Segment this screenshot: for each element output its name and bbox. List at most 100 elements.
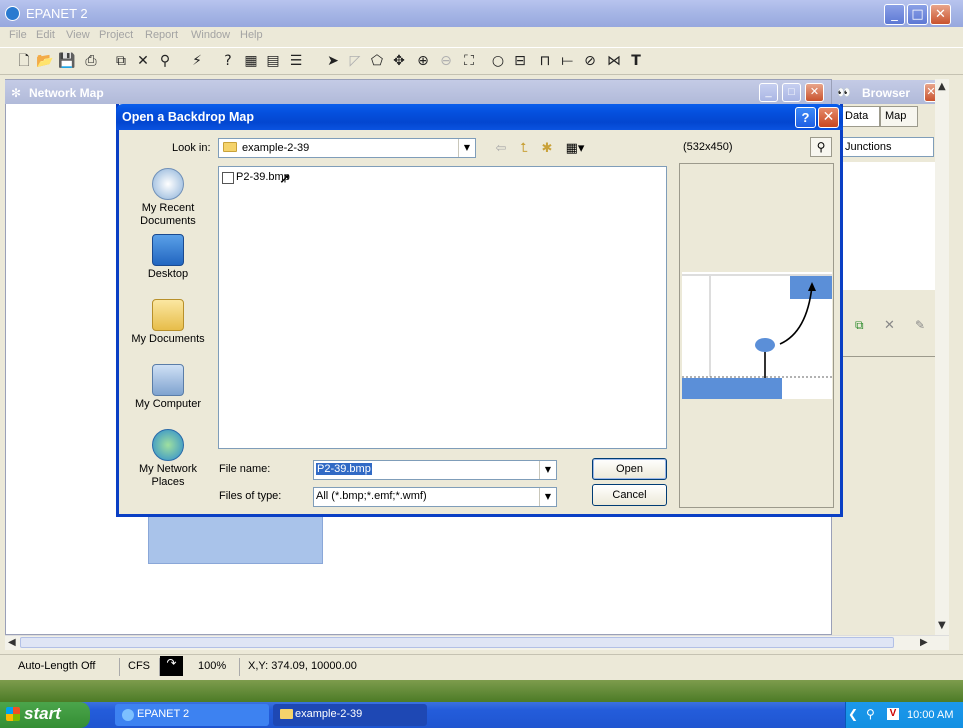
place-desktop[interactable]: Desktop bbox=[127, 234, 209, 281]
scroll-up-icon[interactable]: ▲ bbox=[938, 81, 946, 92]
menu-view[interactable]: View bbox=[66, 29, 90, 41]
open-folder-icon[interactable]: 📂 bbox=[35, 51, 55, 71]
view-menu-icon[interactable]: ▦▾ bbox=[562, 140, 588, 158]
place-my-computer[interactable]: My Computer bbox=[127, 364, 209, 411]
status-auto-length[interactable]: Auto-Length Off bbox=[10, 658, 120, 676]
network-map-title: Network Map bbox=[29, 86, 104, 100]
desktop-background bbox=[0, 680, 963, 702]
browser-object-list[interactable] bbox=[842, 162, 935, 290]
files-of-type-dropdown-icon[interactable]: ▼ bbox=[539, 488, 556, 506]
menu-report[interactable]: Report bbox=[145, 29, 178, 41]
my-computer-icon bbox=[152, 364, 184, 396]
look-in-label: Look in: bbox=[172, 142, 211, 154]
print-icon[interactable]: ⎙ bbox=[81, 51, 101, 71]
place-my-documents[interactable]: My Documents bbox=[127, 299, 209, 346]
my-network-icon bbox=[152, 429, 184, 461]
new-file-icon[interactable]: 🗋 bbox=[14, 51, 34, 71]
place-my-network[interactable]: My Network Places bbox=[127, 429, 209, 489]
browser-category-value: Junctions bbox=[845, 141, 892, 153]
map-maximize-button[interactable]: □ bbox=[782, 83, 801, 102]
add-junction-icon[interactable]: ○ bbox=[488, 51, 508, 71]
browser-icon: 👀 bbox=[837, 86, 851, 99]
maximize-button[interactable]: □ bbox=[907, 4, 928, 25]
find-icon[interactable]: ⚲ bbox=[155, 51, 175, 71]
epanet-app-icon bbox=[5, 6, 20, 21]
add-label-icon[interactable]: T bbox=[626, 51, 646, 71]
menu-edit[interactable]: Edit bbox=[36, 29, 55, 41]
select-arrow-icon[interactable]: ➤ bbox=[323, 51, 343, 71]
edit-object-icon[interactable]: ✎ bbox=[915, 318, 925, 332]
query-icon[interactable]: ? bbox=[218, 51, 238, 71]
tray-expand-icon[interactable]: ❮ bbox=[848, 707, 858, 721]
scroll-right-icon[interactable]: ▶ bbox=[920, 637, 928, 648]
up-folder-icon[interactable]: ⮤ bbox=[514, 140, 534, 158]
delete-object-icon[interactable]: ✕ bbox=[884, 318, 895, 333]
add-object-icon[interactable]: ⧉ bbox=[855, 318, 864, 333]
look-in-value: example-2-39 bbox=[242, 142, 310, 154]
dialog-close-button[interactable]: ✕ bbox=[818, 107, 839, 128]
vertical-scrollbar[interactable] bbox=[935, 79, 949, 635]
scroll-left-icon[interactable]: ◀ bbox=[8, 637, 16, 648]
clock[interactable]: 10:00 AM bbox=[907, 709, 953, 721]
folder-icon bbox=[223, 142, 237, 152]
select-vertex-icon[interactable]: ◸ bbox=[345, 51, 365, 71]
menu-help[interactable]: Help bbox=[240, 29, 263, 41]
preview-toggle-icon[interactable]: ⚲ bbox=[810, 137, 832, 157]
app-title: EPANET 2 bbox=[26, 6, 88, 21]
menu-project[interactable]: Project bbox=[99, 29, 133, 41]
backdrop-preview-image bbox=[682, 272, 832, 399]
place-recent-documents[interactable]: My Recent Documents bbox=[127, 168, 209, 228]
options-icon[interactable]: ☰ bbox=[286, 51, 306, 71]
run-status-icon: ↷ bbox=[160, 656, 183, 676]
cancel-button[interactable]: Cancel bbox=[592, 484, 667, 506]
file-name-dropdown-icon[interactable]: ▼ bbox=[539, 461, 556, 479]
file-list[interactable] bbox=[218, 166, 667, 449]
zoom-out-icon[interactable]: ⊖ bbox=[436, 51, 456, 71]
graph-icon[interactable]: ▦ bbox=[241, 51, 261, 71]
file-name-label: File name: bbox=[219, 463, 271, 475]
add-pump-icon[interactable]: ⊘ bbox=[580, 51, 600, 71]
scroll-down-icon[interactable]: ▼ bbox=[938, 620, 946, 631]
minimize-button[interactable]: _ bbox=[884, 4, 905, 25]
zoom-in-icon[interactable]: ⊕ bbox=[413, 51, 433, 71]
map-close-button[interactable]: ✕ bbox=[805, 83, 824, 102]
save-icon[interactable]: 💾 bbox=[57, 51, 77, 71]
horizontal-scroll-thumb[interactable] bbox=[20, 637, 894, 648]
status-flow-units: CFS bbox=[120, 658, 160, 676]
dialog-help-button[interactable]: ? bbox=[795, 107, 816, 128]
select-region-icon[interactable]: ⬠ bbox=[367, 51, 387, 71]
run-icon[interactable]: ⚡ bbox=[187, 51, 207, 71]
add-pipe-icon[interactable]: ⟝ bbox=[557, 51, 577, 71]
backdrop-tank-shape bbox=[148, 512, 323, 564]
place-label: My Recent Documents bbox=[140, 202, 196, 227]
open-button[interactable]: Open bbox=[592, 458, 667, 480]
antivirus-icon[interactable]: V bbox=[887, 708, 899, 720]
mouse-cursor-icon: ➚ bbox=[279, 171, 291, 187]
add-valve-icon[interactable]: ⋈ bbox=[604, 51, 624, 71]
map-minimize-button[interactable]: _ bbox=[759, 83, 778, 102]
full-extent-icon[interactable]: ⛶ bbox=[459, 51, 479, 71]
add-reservoir-icon[interactable]: ⊟ bbox=[510, 51, 530, 71]
tab-map[interactable]: Map bbox=[880, 106, 918, 127]
new-folder-icon[interactable]: ✱ bbox=[537, 140, 557, 158]
taskbar-epanet[interactable]: EPANET 2 bbox=[115, 704, 269, 726]
tab-data[interactable]: Data bbox=[840, 106, 880, 127]
network-icon[interactable]: ⚲ bbox=[866, 707, 875, 721]
add-tank-icon[interactable]: ⊓ bbox=[535, 51, 555, 71]
file-name-value: P2-39.bmp bbox=[316, 463, 372, 475]
copy-icon[interactable]: ⧉ bbox=[111, 51, 131, 71]
close-button[interactable]: ✕ bbox=[930, 4, 951, 25]
place-label: My Documents bbox=[131, 333, 205, 345]
my-documents-icon bbox=[152, 299, 184, 331]
status-zoom: 100% bbox=[190, 658, 240, 676]
browser-title: Browser bbox=[862, 86, 911, 100]
menu-window[interactable]: Window bbox=[191, 29, 230, 41]
taskbar-folder[interactable]: example-2-39 bbox=[273, 704, 427, 726]
menu-file[interactable]: File bbox=[9, 29, 27, 41]
delete-icon[interactable]: ✕ bbox=[133, 51, 153, 71]
pan-icon[interactable]: ✥ bbox=[389, 51, 409, 71]
back-icon[interactable]: ⇦ bbox=[491, 140, 511, 158]
table-icon[interactable]: ▤ bbox=[263, 51, 283, 71]
browser-category-select[interactable]: Junctions bbox=[842, 137, 934, 157]
look-in-dropdown-icon[interactable]: ▼ bbox=[458, 139, 475, 157]
